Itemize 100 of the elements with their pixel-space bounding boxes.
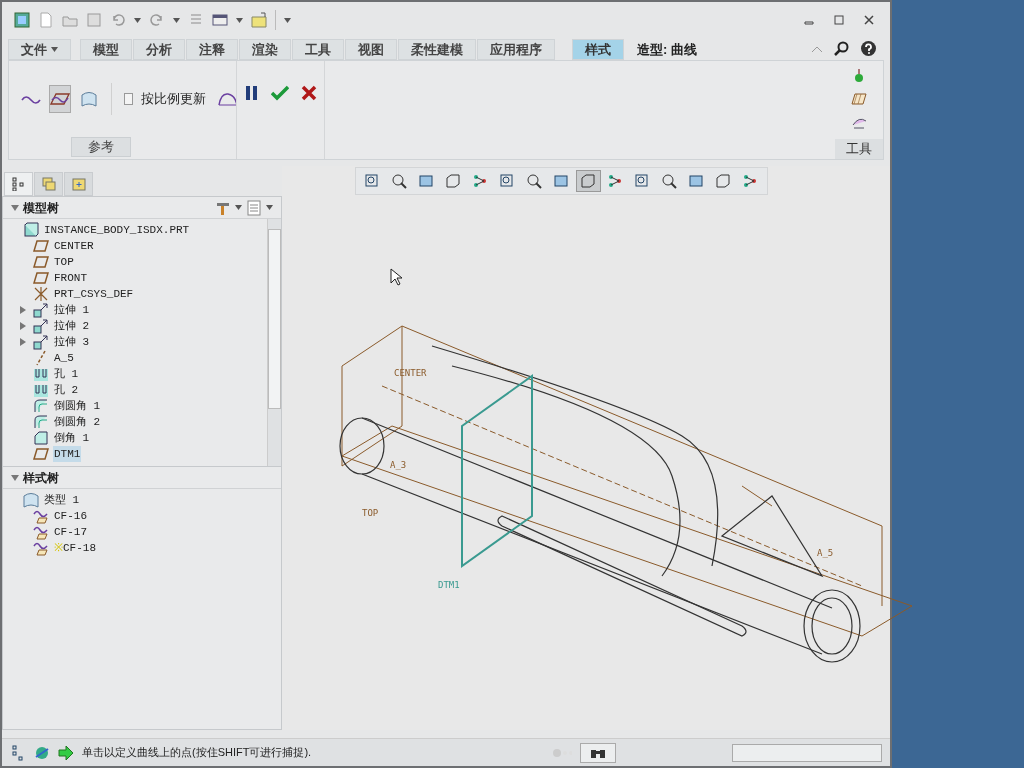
checkbox[interactable] <box>123 93 133 105</box>
tree-item[interactable]: 拉伸 3 <box>53 333 91 351</box>
tree-item[interactable]: ※CF-18 <box>53 539 97 557</box>
tree-view-icon <box>11 177 26 191</box>
tree-item[interactable]: 倒圆角 2 <box>53 413 102 431</box>
plane-icon <box>33 254 49 270</box>
model-label: DTM1 <box>438 580 460 590</box>
hole-icon <box>33 366 49 382</box>
collapse-icon[interactable] <box>812 45 822 52</box>
globe-icon <box>34 744 50 761</box>
view-tool-button[interactable] <box>575 170 601 192</box>
ribbon-tab[interactable]: 分析 <box>133 39 185 60</box>
picture-icon <box>688 173 704 189</box>
arrow-icon <box>58 744 74 761</box>
curve-type-button[interactable] <box>49 85 72 113</box>
tree-item[interactable]: INSTANCE_BODY_ISDX.PRT <box>43 221 191 239</box>
file-menu[interactable]: 文件 <box>8 39 71 60</box>
tree-item[interactable]: DTM1 <box>53 445 82 463</box>
tree-item[interactable]: CF-16 <box>53 507 88 525</box>
caret-icon <box>284 17 291 23</box>
extrude-icon <box>33 334 49 350</box>
pause-icon[interactable] <box>244 85 259 101</box>
collapse-arrow-icon[interactable] <box>11 203 19 212</box>
collapse-arrow-icon[interactable] <box>11 473 19 482</box>
redo-icon <box>149 12 165 28</box>
ribbon-tab[interactable]: 应用程序 <box>477 39 555 60</box>
tree-item[interactable]: CENTER <box>53 237 95 255</box>
zoom-icon <box>661 173 677 189</box>
box-icon <box>445 173 461 189</box>
caret-icon <box>173 17 180 23</box>
ribbon-tab[interactable]: 柔性建模 <box>398 39 476 60</box>
folder-icon <box>71 177 86 191</box>
chamfer-icon <box>33 430 49 446</box>
model-label: A_5 <box>817 548 834 558</box>
cube-icon <box>23 222 39 238</box>
plane-icon <box>33 238 49 254</box>
surface-curve-icon <box>79 91 100 107</box>
tree-item[interactable]: A_5 <box>53 349 75 367</box>
tree-item[interactable]: 倒角 1 <box>53 429 91 447</box>
nodes-icon <box>472 173 488 189</box>
tree-item[interactable]: 孔 2 <box>53 381 80 399</box>
box-icon <box>580 173 596 189</box>
model-label: CENTER <box>394 368 427 378</box>
plane-icon <box>33 270 49 286</box>
nodes-icon <box>607 173 623 189</box>
nodes-icon <box>742 173 758 189</box>
list-settings-icon <box>246 199 262 216</box>
expander-icon[interactable] <box>19 306 27 314</box>
tree-item[interactable]: 拉伸 1 <box>53 301 91 319</box>
app-icon <box>14 12 30 28</box>
axes-icon <box>33 286 49 302</box>
plane-curve-icon <box>50 91 71 107</box>
extrude-icon <box>33 302 49 318</box>
tree-item[interactable]: 倒圆角 1 <box>53 397 102 415</box>
tree-item[interactable]: TOP <box>53 253 75 271</box>
group-label[interactable]: 工具 <box>835 139 883 159</box>
ribbon-tab[interactable]: 渲染 <box>239 39 291 60</box>
ribbon-tab[interactable]: 注释 <box>186 39 238 60</box>
picture-icon <box>418 173 434 189</box>
grid-plane-icon <box>851 91 867 107</box>
zoom-box-icon <box>634 173 650 189</box>
tree-item[interactable]: FRONT <box>53 269 88 287</box>
close-icon[interactable] <box>864 15 874 25</box>
binoculars-button[interactable] <box>580 742 616 763</box>
scrollbar[interactable] <box>267 219 281 466</box>
zoom-box-icon <box>499 173 515 189</box>
checkbox-label: 按比例更新 <box>141 90 206 109</box>
status-message: 单击以定义曲线上的点(按住SHIFT可进行捕捉). <box>82 745 312 761</box>
maximize-icon[interactable] <box>834 15 844 25</box>
caret-icon <box>134 17 141 23</box>
ribbon-tab[interactable]: 视图 <box>345 39 397 60</box>
plane-icon <box>33 446 49 462</box>
tree-item[interactable]: 类型 1 <box>43 491 81 509</box>
zoom-icon <box>391 173 407 189</box>
model-label: A_3 <box>390 460 407 470</box>
cursor-icon <box>390 268 402 286</box>
box-icon <box>715 173 731 189</box>
help-icon[interactable] <box>861 41 876 56</box>
window-icon <box>212 12 228 28</box>
zoom-icon <box>526 173 542 189</box>
navigator-tab[interactable] <box>4 172 33 196</box>
ribbon-tab[interactable]: 工具 <box>292 39 344 60</box>
expander-icon[interactable] <box>19 322 27 330</box>
tree-item[interactable]: CF-17 <box>53 523 88 541</box>
close-icon[interactable] <box>300 85 317 101</box>
undo-icon <box>110 12 126 28</box>
tree-view-icon <box>10 744 26 761</box>
expander-icon[interactable] <box>19 338 27 346</box>
curve-icon <box>33 524 49 540</box>
tree-item[interactable]: PRT_CSYS_DEF <box>53 285 135 303</box>
ribbon-tab[interactable]: 样式 <box>572 39 624 60</box>
mode-label: 造型: 曲线 <box>637 40 697 59</box>
extrude-icon <box>33 318 49 334</box>
tree-item[interactable]: 拉伸 2 <box>53 317 91 335</box>
search-icon[interactable] <box>834 41 849 56</box>
model-label: TOP <box>362 508 379 518</box>
ribbon-tab[interactable]: 模型 <box>80 39 132 60</box>
checkmark-icon[interactable] <box>270 85 289 101</box>
group-label[interactable]: 参考 <box>71 137 131 157</box>
tree-item[interactable]: 孔 1 <box>53 365 80 383</box>
